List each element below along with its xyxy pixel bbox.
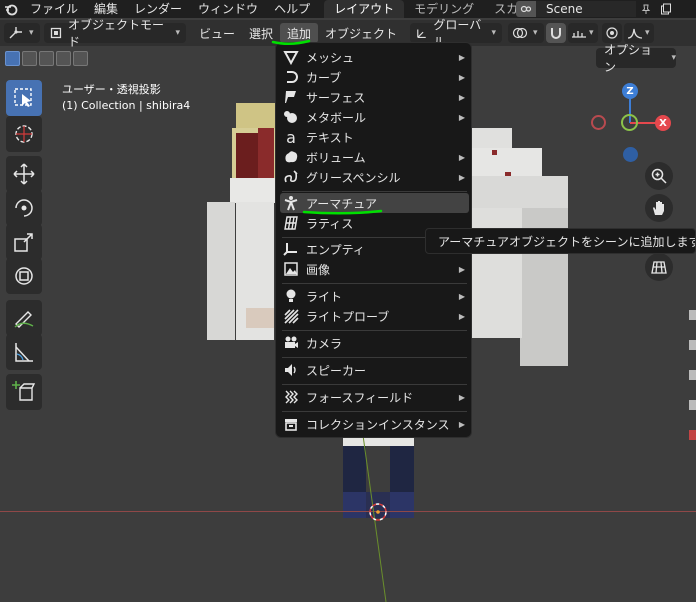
annotation-strokes — [271, 39, 383, 215]
armature-tooltip: アーマチュアオブジェクトをシーンに追加します. — [425, 228, 696, 254]
